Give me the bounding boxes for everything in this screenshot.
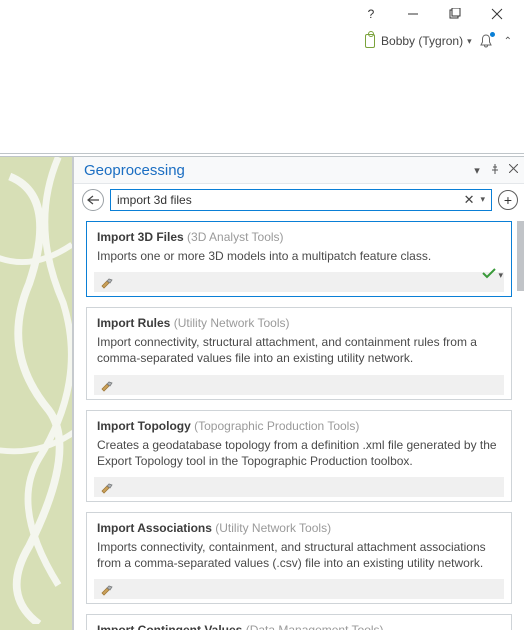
panel-pin-button[interactable] bbox=[488, 164, 502, 177]
user-account[interactable]: Bobby (Tygron) ▾ bbox=[365, 34, 472, 48]
result-description: Imports connectivity, containment, and s… bbox=[97, 539, 501, 571]
result-title: Import Rules (Utility Network Tools) bbox=[97, 316, 501, 330]
clear-search-button[interactable]: ✕ bbox=[460, 192, 479, 208]
result-title: Import Topology (Topographic Production … bbox=[97, 419, 501, 433]
result-card[interactable]: Import Associations (Utility Network Too… bbox=[86, 512, 512, 604]
notification-badge bbox=[489, 31, 496, 38]
result-toolbar bbox=[94, 272, 504, 292]
open-toolbox-button[interactable]: + bbox=[498, 190, 518, 210]
search-history-dropdown[interactable]: ▾ bbox=[478, 194, 487, 205]
minimize-button[interactable] bbox=[392, 1, 434, 27]
result-card[interactable]: Import Topology (Topographic Production … bbox=[86, 410, 512, 502]
map-view[interactable] bbox=[0, 156, 74, 630]
hammer-icon[interactable] bbox=[100, 275, 114, 289]
results-area: Import 3D Files (3D Analyst Tools) Import… bbox=[74, 215, 524, 630]
results-list: Import 3D Files (3D Analyst Tools) Import… bbox=[86, 221, 512, 630]
check-icon bbox=[482, 268, 496, 282]
result-card[interactable]: Import 3D Files (3D Analyst Tools) Import… bbox=[86, 221, 512, 297]
panel-header: Geoprocessing ▾ bbox=[74, 157, 524, 183]
hammer-icon[interactable] bbox=[100, 378, 114, 392]
maximize-button[interactable] bbox=[434, 1, 476, 27]
user-name: Bobby (Tygron) bbox=[381, 34, 463, 48]
notifications-button[interactable] bbox=[478, 33, 494, 49]
scrollbar[interactable] bbox=[517, 221, 524, 291]
user-bar: Bobby (Tygron) ▾ ⌃ bbox=[0, 28, 524, 54]
hammer-icon[interactable] bbox=[100, 480, 114, 494]
result-toolbar bbox=[94, 579, 504, 599]
geoprocessing-panel: Geoprocessing ▾ import 3d files ✕ ▾ bbox=[74, 156, 524, 630]
result-description: Import connectivity, structural attachme… bbox=[97, 334, 501, 366]
chevron-down-icon: ▾ bbox=[467, 36, 472, 47]
chevron-down-icon: ▾ bbox=[498, 270, 503, 281]
panel-header-controls: ▾ bbox=[470, 164, 520, 177]
search-input[interactable]: import 3d files ✕ ▾ bbox=[110, 189, 492, 211]
panel-close-button[interactable] bbox=[506, 164, 520, 176]
panel-menu-button[interactable]: ▾ bbox=[470, 164, 484, 177]
collapse-ribbon-button[interactable]: ⌃ bbox=[500, 36, 516, 47]
panel-title: Geoprocessing bbox=[84, 162, 185, 179]
ribbon-area bbox=[0, 54, 524, 154]
titlebar: ? bbox=[0, 0, 524, 28]
result-status[interactable]: ▾ bbox=[482, 268, 503, 282]
search-row: import 3d files ✕ ▾ + bbox=[74, 183, 524, 215]
result-title: Import Associations (Utility Network Too… bbox=[97, 521, 501, 535]
content-area: Geoprocessing ▾ import 3d files ✕ ▾ bbox=[0, 156, 524, 630]
search-text: import 3d files bbox=[117, 193, 460, 207]
result-card[interactable]: Import Rules (Utility Network Tools) Impo… bbox=[86, 307, 512, 399]
result-title: Import 3D Files (3D Analyst Tools) bbox=[97, 230, 501, 244]
result-card[interactable]: Import Contingent Values (Data Managemen… bbox=[86, 614, 512, 630]
result-description: Creates a geodatabase topology from a de… bbox=[97, 437, 501, 469]
back-button[interactable] bbox=[82, 189, 104, 211]
user-icon bbox=[365, 34, 375, 48]
result-title: Import Contingent Values (Data Managemen… bbox=[97, 623, 501, 630]
result-toolbar bbox=[94, 375, 504, 395]
hammer-icon[interactable] bbox=[100, 582, 114, 596]
help-button[interactable]: ? bbox=[350, 1, 392, 27]
close-button[interactable] bbox=[476, 1, 518, 27]
result-description: Imports one or more 3D models into a mul… bbox=[97, 248, 501, 264]
result-toolbar bbox=[94, 477, 504, 497]
